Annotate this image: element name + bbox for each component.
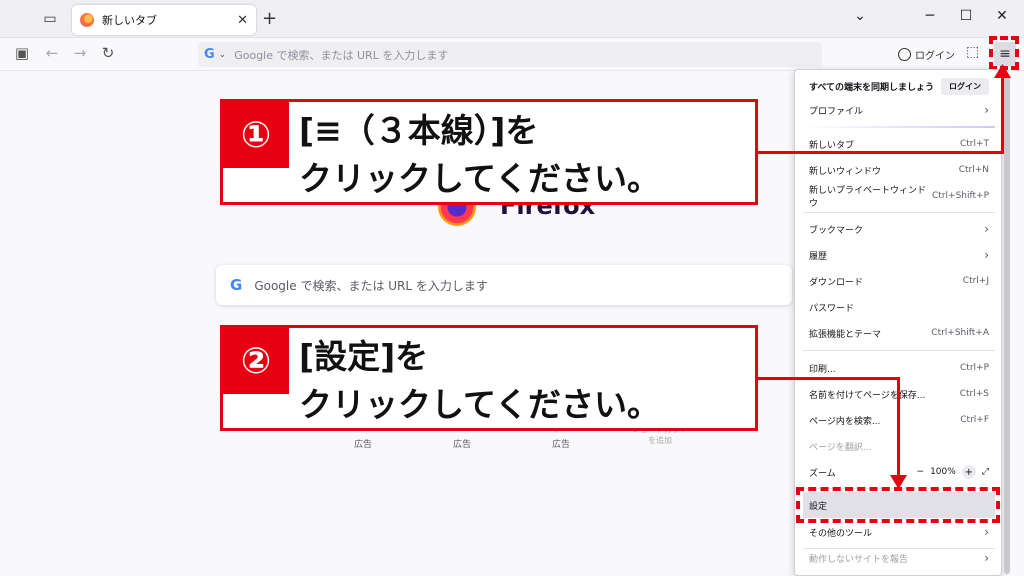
sponsored-label: 広告 [551, 440, 570, 450]
profile-accent-line [803, 126, 995, 128]
menu-item-shortcut: Ctrl+Shift+A [931, 328, 989, 338]
menu-item-label: ページ内を検索... [809, 416, 881, 427]
extensions-icon[interactable]: ⬚ [966, 44, 979, 60]
menu-item-label: 名前を付けてページを保存... [809, 390, 926, 401]
menu-item-label: 印刷... [809, 364, 836, 375]
content-search-box[interactable]: G Google で検索、または URL を入力します [216, 265, 792, 305]
forward-icon[interactable]: → [70, 44, 90, 62]
fullscreen-icon[interactable]: ⤢ [982, 467, 989, 477]
google-icon[interactable]: G [204, 47, 215, 62]
zoom-value[interactable]: 100% [930, 467, 956, 477]
tab-strip: ▭ 新しいタブ ✕ + ⌄ ─ ☐ ✕ [0, 0, 1024, 38]
callout-line-2: クリックしてください。 [299, 385, 661, 424]
callout-line-1: [≡（３本線）]を [299, 111, 539, 150]
account-login-button[interactable]: ログイン [898, 44, 955, 64]
menu-separator [803, 212, 995, 213]
menu-item-label: パスワード [809, 303, 855, 314]
callout-step-2: ② [設定]を クリックしてください。 [220, 325, 758, 431]
callout-line-2: クリックしてください。 [299, 159, 661, 198]
menu-item-shortcut: Ctrl+F [960, 415, 989, 425]
menu-item-bookmarks[interactable]: ブックマーク › [803, 216, 995, 242]
tab-list-icon[interactable]: ▭ [38, 8, 62, 30]
menu-item-shortcut: Ctrl+S [959, 389, 989, 399]
login-label: ログイン [915, 50, 955, 62]
menu-item-label: 履歴 [809, 251, 828, 262]
sponsored-label: 広告 [353, 440, 372, 450]
arrow-up-icon [994, 64, 1011, 78]
menu-item-passwords[interactable]: パスワード [803, 294, 995, 320]
connector-line-2-vertical [897, 377, 900, 477]
highlight-settings [796, 487, 1000, 523]
menu-item-new-window[interactable]: 新しいウィンドウ Ctrl+N [803, 157, 995, 183]
step-number: ② [223, 328, 289, 394]
scrollbar[interactable] [1004, 74, 1010, 574]
chevron-right-icon: › [984, 248, 989, 262]
account-icon [898, 47, 911, 61]
menu-item-shortcut: Ctrl+P [960, 363, 989, 373]
menu-item-label: 動作しないサイトを報告 [809, 554, 909, 565]
sync-label: すべての端末を同期しましょう [809, 82, 935, 93]
arrow-down-icon [890, 475, 907, 489]
menu-item-shortcut: Ctrl+N [958, 165, 989, 175]
firefox-icon [80, 13, 94, 27]
list-all-tabs-icon[interactable]: ⌄ [850, 8, 870, 24]
zoom-out-button[interactable]: − [917, 467, 925, 477]
menu-item-shortcut: Ctrl+Shift+P [932, 191, 989, 201]
menu-item-label: ブックマーク [809, 225, 864, 236]
menu-item-label: 拡張機能とテーマ [809, 329, 882, 340]
zoom-controls: − 100% + ⤢ [917, 465, 989, 479]
sync-row: すべての端末を同期しましょう ログイン [803, 73, 995, 99]
tab-close-icon[interactable]: ✕ [237, 13, 248, 28]
callout-step-1: ① [≡（３本線）]を クリックしてください。 [220, 99, 758, 205]
reload-icon[interactable]: ↻ [98, 44, 118, 62]
menu-item-label: プロファイル [809, 106, 864, 117]
menu-separator [803, 350, 995, 351]
menu-item-label: 新しいプライベートウィンドウ [809, 186, 927, 209]
menu-item-profile[interactable]: プロファイル › [803, 97, 995, 123]
menu-item-new-private-window[interactable]: 新しいプライベートウィンドウ Ctrl+Shift+P [803, 183, 995, 209]
chevron-right-icon: › [984, 551, 989, 565]
menu-item-label: ダウンロード [809, 277, 864, 288]
connector-line-1 [758, 151, 1004, 154]
sponsored-label: 広告 [452, 440, 471, 450]
menu-item-label: ズーム [809, 468, 836, 479]
menu-item-label: 新しいウィンドウ [809, 166, 882, 177]
content-search-placeholder: Google で検索、または URL を入力します [254, 278, 488, 293]
menu-item-shortcut: Ctrl+J [962, 276, 989, 286]
chevron-right-icon: › [984, 103, 989, 117]
callout-line-1: [設定]を [299, 337, 429, 376]
connector-line-1-vertical [1001, 76, 1004, 154]
maximize-button[interactable]: ☐ [956, 8, 976, 24]
sidebar-icon[interactable]: ▣ [12, 44, 32, 62]
connector-line-2 [758, 377, 900, 380]
menu-item-addons-themes[interactable]: 拡張機能とテーマ Ctrl+Shift+A [803, 320, 995, 346]
navigation-bar: ▣ ← → ↻ G ⌄ Google で検索、または URL を入力します ログ… [0, 38, 1024, 71]
url-bar[interactable]: G ⌄ Google で検索、または URL を入力します [198, 42, 822, 67]
close-window-button[interactable]: ✕ [992, 8, 1012, 24]
menu-item-shortcut: Ctrl+T [959, 139, 989, 149]
menu-item-label: その他のツール [809, 528, 873, 539]
menu-item-report-site: 動作しないサイトを報告 › [803, 545, 995, 571]
chevron-down-icon[interactable]: ⌄ [219, 50, 227, 60]
tab-title: 新しいタブ [102, 14, 157, 27]
menu-item-label: ページを翻訳... [809, 442, 872, 453]
menu-item-downloads[interactable]: ダウンロード Ctrl+J [803, 268, 995, 294]
new-tab-button[interactable]: + [262, 8, 277, 29]
chevron-right-icon: › [984, 525, 989, 539]
tab-new-tab[interactable]: 新しいタブ ✕ [72, 5, 256, 35]
google-icon: G [230, 276, 243, 294]
url-placeholder: Google で検索、または URL を入力します [234, 48, 449, 62]
back-icon[interactable]: ← [42, 44, 62, 62]
sync-login-button[interactable]: ログイン [941, 77, 989, 95]
minimize-button[interactable]: ─ [920, 8, 940, 24]
menu-item-label: 新しいタブ [809, 140, 855, 151]
step-number: ① [223, 102, 289, 168]
chevron-right-icon: › [984, 222, 989, 236]
zoom-in-button[interactable]: + [961, 465, 976, 479]
menu-item-history[interactable]: 履歴 › [803, 242, 995, 268]
